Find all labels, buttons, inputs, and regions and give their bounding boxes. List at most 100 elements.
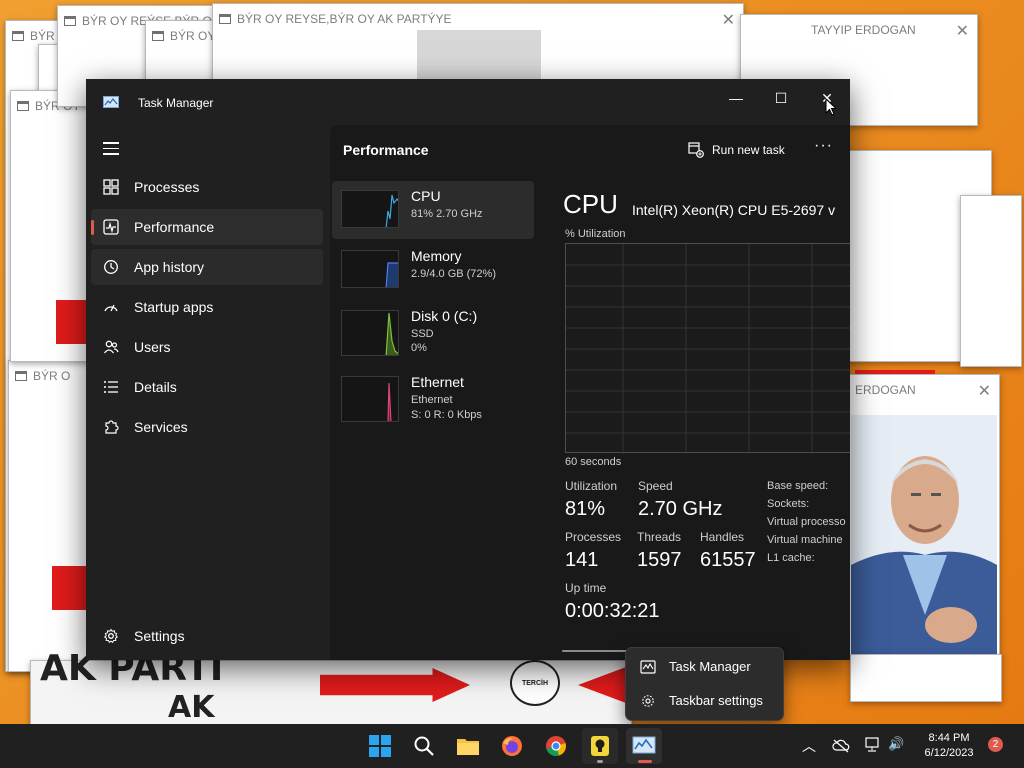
nav-label: Services	[134, 419, 188, 435]
cpu-thumbnail-graph	[341, 190, 399, 228]
resource-cpu[interactable]: CPU 81% 2.70 GHz	[332, 181, 534, 239]
nav-label: App history	[134, 259, 205, 275]
uptime-value: 0:00:32:21	[565, 600, 660, 622]
resource-memory[interactable]: Memory 2.9/4.0 GB (72%)	[332, 241, 534, 299]
resource-detail: S: 0 R: 0 Kbps	[411, 409, 482, 421]
window-title: Task Manager	[138, 96, 214, 110]
task-manager-window[interactable]: Task Manager — ☐ ✕ Processes Performance…	[86, 79, 850, 660]
nav-item-processes[interactable]: Processes	[91, 169, 323, 205]
red-stripe	[855, 370, 935, 374]
resource-detail: 0%	[411, 342, 427, 354]
portrait-image	[417, 30, 541, 84]
close-icon[interactable]: ✕	[956, 21, 969, 41]
minimize-button[interactable]: —	[713, 83, 759, 113]
performance-graph-icon	[103, 219, 119, 235]
resource-detail: 2.9/4.0 GB (72%)	[411, 268, 496, 280]
resource-name: Disk 0 (C:)	[411, 308, 478, 324]
disk-thumbnail-graph	[341, 310, 399, 356]
resource-name: Memory	[411, 248, 462, 264]
badge-text: TERCİH	[521, 679, 549, 687]
gear-icon	[642, 695, 654, 707]
nav-item-startup-apps[interactable]: Startup apps	[91, 289, 323, 325]
popup-window[interactable]	[960, 195, 1022, 367]
nav-item-settings[interactable]: Settings	[91, 618, 323, 654]
nav-item-details[interactable]: Details	[91, 369, 323, 405]
cpu-model-name: Intel(R) Xeon(R) CPU E5-2697 v	[632, 202, 836, 218]
hamburger-menu-icon[interactable]	[103, 142, 119, 155]
taskbar-context-menu: Task Manager Taskbar settings	[625, 647, 784, 721]
notification-badge[interactable]: 2	[988, 737, 1003, 752]
nav-label: Settings	[134, 628, 185, 644]
speed-label: Speed	[638, 479, 673, 493]
start-button[interactable]	[362, 728, 398, 764]
date-text: 6/12/2023	[924, 747, 974, 759]
users-icon	[103, 340, 119, 354]
run-task-icon	[688, 142, 704, 158]
chrome-button[interactable]	[538, 728, 574, 764]
window-icon	[12, 31, 24, 41]
spec-label: Virtual machine	[767, 534, 843, 546]
panel-header: Performance Run new task ···	[330, 125, 850, 173]
cpu-utilization-graph	[565, 243, 850, 454]
menu-item-task-manager[interactable]: Task Manager	[630, 651, 779, 683]
close-icon[interactable]: ✕	[722, 10, 735, 30]
handles-label: Handles	[700, 530, 745, 544]
nav-item-performance[interactable]: Performance	[91, 209, 323, 245]
cloud-offline-icon[interactable]	[832, 738, 850, 754]
chrome-icon	[546, 736, 566, 756]
search-button[interactable]	[406, 728, 442, 764]
services-puzzle-icon	[105, 420, 119, 434]
performance-panel: Performance Run new task ··· CPU 81% 2.7…	[330, 125, 850, 660]
resource-ethernet[interactable]: Ethernet Ethernet S: 0 R: 0 Kbps	[332, 367, 534, 425]
threads-value: 1597	[637, 549, 682, 571]
tercih-badge: TERCİH	[510, 660, 560, 706]
more-options-button[interactable]: ···	[814, 137, 833, 155]
nav-label: Users	[134, 339, 171, 355]
nav-label: Startup apps	[134, 299, 214, 315]
nav-label: Performance	[134, 219, 215, 235]
clock[interactable]: 8:44 PM 6/12/2023	[916, 731, 982, 761]
utilization-value: 81%	[565, 498, 606, 520]
popup-window[interactable]: BÝR OY REYSE,BÝR OY AK PARTÝYE ✕	[212, 3, 744, 85]
sidebar-nav: Processes Performance App history Startu…	[86, 125, 330, 660]
nav-item-app-history[interactable]: App history	[91, 249, 323, 285]
popup-window[interactable]	[850, 654, 1002, 702]
popup-window[interactable]: ERDOGAN ✕	[848, 374, 1000, 658]
popup-title: BÝR O	[33, 369, 71, 383]
task-manager-taskbar-button[interactable]	[626, 728, 662, 764]
spec-label: Virtual processo	[767, 516, 846, 528]
firefox-icon	[502, 736, 522, 756]
show-hidden-icons-chevron[interactable]: ︿	[802, 736, 816, 756]
network-icon[interactable]	[864, 737, 882, 753]
menu-item-taskbar-settings[interactable]: Taskbar settings	[630, 685, 779, 717]
task-manager-icon	[103, 96, 119, 108]
red-stripe	[56, 300, 86, 344]
scrollbar[interactable]	[562, 650, 627, 652]
popup-title: BÝR OY	[170, 29, 216, 43]
maximize-button[interactable]: ☐	[758, 83, 804, 113]
run-new-task-button[interactable]: Run new task	[688, 139, 785, 161]
portrait-image	[851, 415, 997, 655]
resource-disk[interactable]: Disk 0 (C:) SSD 0%	[332, 301, 534, 359]
folder-icon	[457, 739, 479, 755]
spec-label: Base speed:	[767, 480, 829, 492]
close-icon[interactable]: ✕	[978, 381, 991, 401]
popup-title: TAYYIP ERDOGAN	[811, 23, 916, 37]
resource-detail: SSD	[411, 328, 434, 340]
time-axis-label: 60 seconds	[565, 456, 622, 468]
menu-item-label: Task Manager	[669, 659, 751, 674]
volume-icon[interactable]: 🔊	[888, 736, 904, 752]
title-bar[interactable]: Task Manager — ☐ ✕	[86, 79, 850, 125]
nav-label: Processes	[134, 179, 200, 195]
popup-window[interactable]: BÝR OY	[145, 20, 217, 82]
spec-label: L1 cache:	[767, 552, 815, 564]
uptime-label: Up time	[565, 581, 607, 595]
firefox-button[interactable]	[494, 728, 530, 764]
lightbulb-app-button[interactable]	[582, 728, 618, 764]
banner-text: AK	[168, 690, 215, 724]
startup-speedometer-icon	[104, 304, 118, 312]
file-explorer-button[interactable]	[450, 728, 486, 764]
nav-item-services[interactable]: Services	[91, 409, 323, 445]
nav-item-users[interactable]: Users	[91, 329, 323, 365]
details-list-icon	[104, 381, 118, 393]
